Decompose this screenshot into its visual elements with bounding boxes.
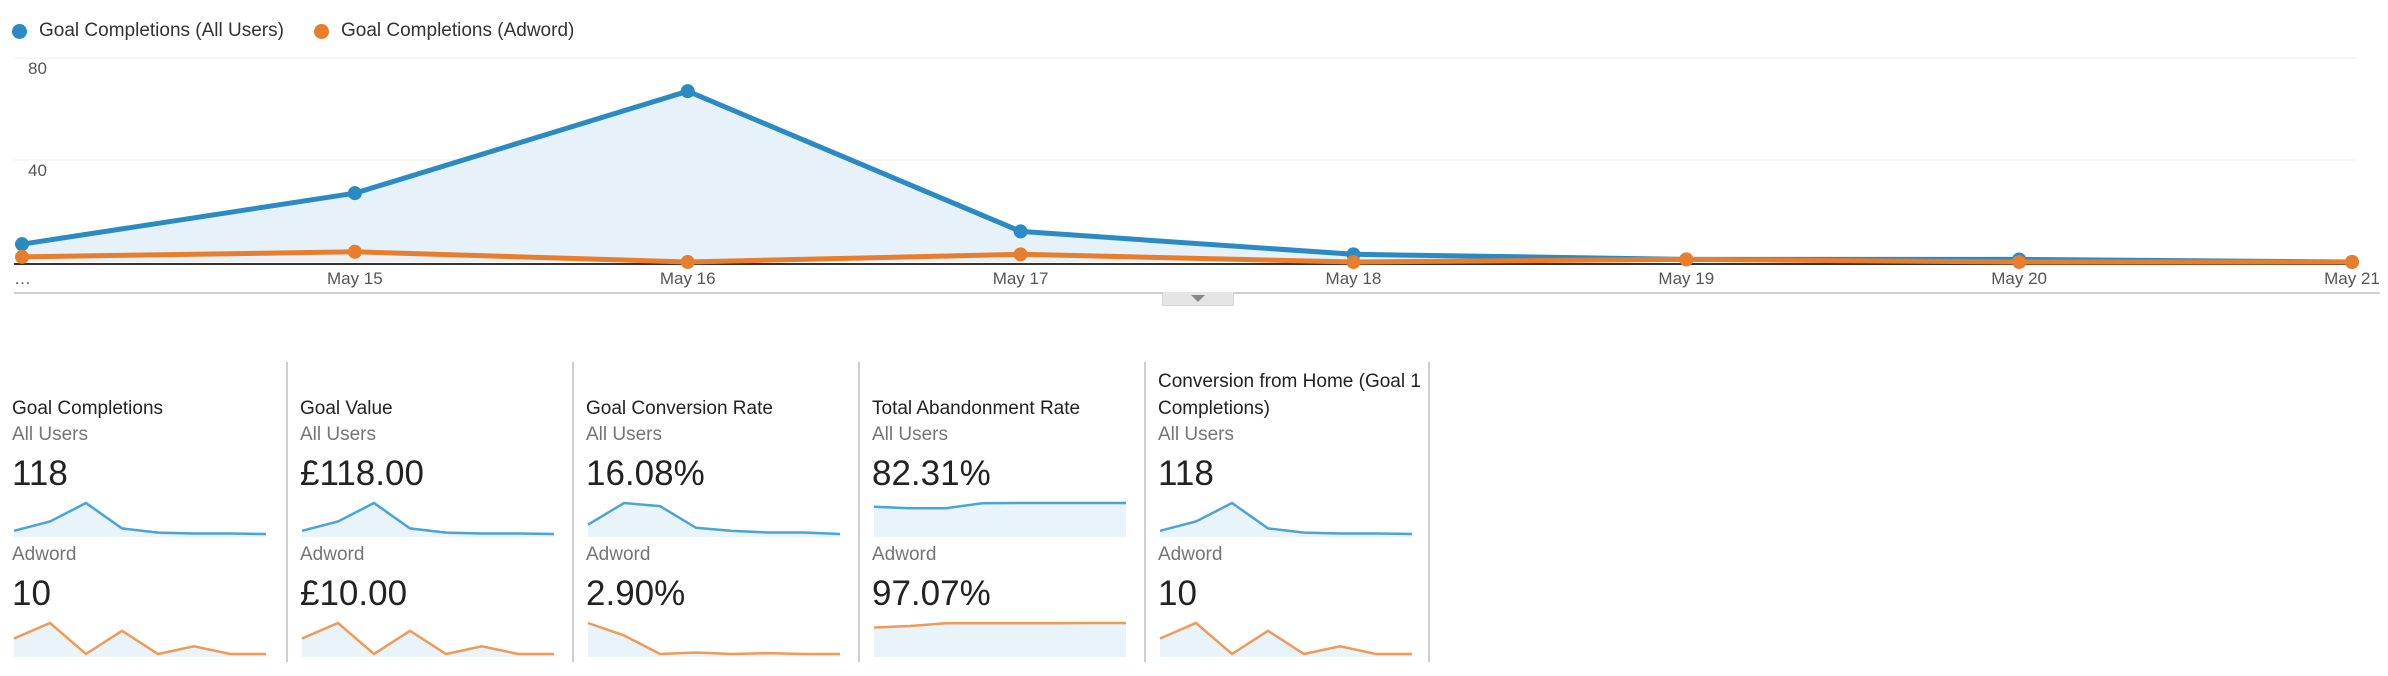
scorecard-goal-value[interactable]: Goal Value All Users £118.00 Adword £10.… [286,362,572,662]
y-tick-label: 80 [28,59,47,78]
data-point [1013,247,1028,262]
metric-value: £10.00 [300,574,408,613]
metric-value: 118 [12,454,68,493]
scorecard-total-abandonment-rate[interactable]: Total Abandonment Rate All Users 82.31% … [858,362,1144,662]
segment-label: Adword [300,544,365,565]
sparkline-area [588,623,840,657]
data-point [680,255,695,269]
scorecard-title: Goal Conversion Rate [586,398,773,419]
scorecard-title: Goal Completions [12,398,164,419]
data-point [1679,252,1694,267]
scorecard-goal-completions[interactable]: Goal Completions All Users 118 Adword 10 [0,362,286,662]
line-chart: 80 40 … May 15 May 16 May 17 May 18 May 19 May 2… [14,57,2380,294]
x-tick-label: May 18 [1326,269,1382,288]
x-tick-label: May 19 [1658,269,1714,288]
sparkline [873,501,1126,537]
chart-collapse-toggle[interactable] [1162,292,1234,306]
x-tick-label: … [14,269,31,288]
sparkline [301,501,555,537]
sparkline [1159,501,1413,537]
x-tick-label: May 16 [660,269,716,288]
sparkline [587,501,841,537]
y-tick-label: 40 [28,161,47,180]
metric-value: 10 [1158,574,1197,613]
segment-label: Adword [872,544,937,565]
sparkline-area [874,623,1126,657]
segment-label: Adword [586,544,651,565]
sparkline [587,621,840,657]
metric-value: 118 [1158,454,1214,493]
segment-label: All Users [12,424,89,445]
data-point [15,237,29,252]
sparkline [873,621,1126,657]
sparkline [13,501,267,537]
series-area [22,91,2352,262]
scorecard-title: Goal Value [300,398,393,419]
x-tick-label: May 20 [1991,269,2047,288]
x-tick-label: May 21 [2324,269,2380,288]
x-tick-label: May 17 [993,269,1049,288]
sparkline [301,621,554,657]
sparkline-area [302,623,554,657]
segment-label: All Users [586,424,663,445]
data-point [2012,255,2027,269]
data-point [347,186,362,201]
sparkline-area [1160,623,1412,657]
scorecard-goal-conversion-rate[interactable]: Goal Conversion Rate All Users 16.08% Ad… [572,362,858,662]
scorecard-conversion-from-home[interactable]: Conversion from Home (Goal 1 Completions… [1144,362,1430,662]
segment-label: Adword [12,544,77,565]
sparkline [13,621,266,657]
x-tick-label: May 15 [327,269,383,288]
metric-value: 16.08% [586,454,705,493]
segment-label: Adword [1158,544,1223,565]
data-point [1013,224,1028,239]
metric-value: 97.07% [872,574,991,613]
data-point [680,84,695,99]
metric-value: £118.00 [300,454,424,493]
segment-label: All Users [872,424,949,445]
scorecard-row: Goal Completions All Users 118 Adword 10… [0,362,1430,662]
chevron-down-icon [1191,295,1205,302]
metric-value: 82.31% [872,454,991,493]
scorecard-title: Total Abandonment Rate [872,398,1081,419]
data-point [15,249,29,264]
data-point [1346,255,1361,269]
sparkline [1159,621,1412,657]
metric-value: 10 [12,574,51,613]
data-point [347,244,362,259]
scorecard-title: Conversion from Home (Goal 1 Completions… [1158,371,1421,419]
sparkline-area [14,623,266,657]
segment-label: All Users [300,424,377,445]
metric-value: 2.90% [586,574,686,613]
segment-label: All Users [1158,424,1235,445]
data-point [2345,255,2359,269]
